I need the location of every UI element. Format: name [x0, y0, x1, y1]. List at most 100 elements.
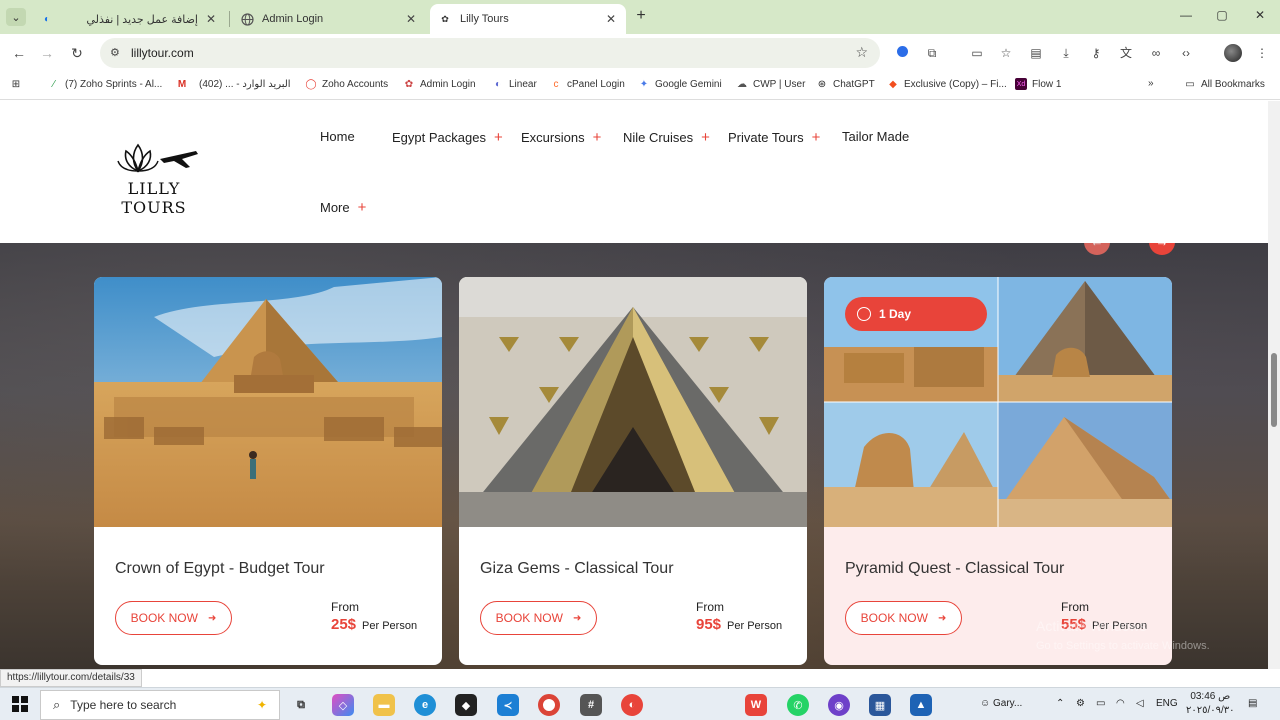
book-now-button[interactable]: BOOK NOW ➜: [480, 601, 597, 635]
close-icon[interactable]: ✕: [204, 12, 218, 26]
tour-title[interactable]: Pyramid Quest - Classical Tour: [845, 560, 1064, 578]
bookmark-gmail[interactable]: M البريد الوارد - ... (402): [176, 78, 291, 90]
extension-circle-icon[interactable]: [894, 45, 910, 61]
tab-nafezly[interactable]: ◐ إضافة عمل جديد | نفذلي ✕: [32, 4, 226, 34]
nav-nile-cruises[interactable]: Nile Cruises +: [623, 129, 710, 146]
copilot-sparkle-icon: ✦: [256, 698, 267, 712]
close-icon[interactable]: ✕: [604, 12, 618, 26]
page-scrollbar[interactable]: [1268, 101, 1280, 669]
new-tab-button[interactable]: +: [632, 7, 650, 25]
wps-icon[interactable]: W: [745, 694, 767, 716]
tour-image: [94, 277, 442, 527]
key-icon[interactable]: ⚷: [1088, 45, 1104, 61]
activate-windows-subtitle: Go to Settings to activate Windows.: [1036, 640, 1210, 652]
book-now-button[interactable]: BOOK NOW ➜: [115, 601, 232, 635]
taskbar-search[interactable]: ⌕ Type here to search ✦: [40, 690, 280, 720]
tab-separator: [229, 11, 230, 27]
app-icon[interactable]: ◆: [455, 694, 477, 716]
bookmark-linear[interactable]: ◐ Linear: [492, 78, 537, 90]
battery-icon[interactable]: ▭: [1096, 698, 1105, 709]
address-bar[interactable]: ⚙ lillytour.com ☆: [100, 38, 880, 68]
reload-button[interactable]: ↻: [68, 44, 86, 62]
wifi-icon[interactable]: ◠: [1116, 698, 1125, 709]
file-explorer-icon[interactable]: ▬: [373, 694, 395, 716]
nav-egypt-packages[interactable]: Egypt Packages +: [392, 129, 503, 146]
bookmark-cpanel[interactable]: c cPanel Login: [550, 78, 625, 90]
reading-list-icon[interactable]: ▤: [1028, 45, 1044, 61]
bookmark-chatgpt[interactable]: ⊛ ChatGPT: [816, 78, 875, 90]
slack-icon[interactable]: #: [580, 694, 602, 716]
figma-icon: ◆: [889, 78, 897, 90]
edge-icon[interactable]: e: [414, 694, 436, 716]
close-icon[interactable]: ✕: [404, 12, 418, 26]
link-icon[interactable]: ∞: [1148, 45, 1164, 61]
task-view-icon[interactable]: ⧉: [290, 694, 312, 716]
nav-more[interactable]: More +: [320, 199, 366, 216]
book-now-button[interactable]: BOOK NOW ➜: [845, 601, 962, 635]
arrow-right-icon: ➜: [937, 612, 947, 624]
windows-start-icon[interactable]: [12, 696, 28, 712]
more-menu-icon[interactable]: ⋮: [1254, 45, 1270, 61]
nav-tailor-made[interactable]: Tailor Made: [842, 129, 909, 144]
carousel-next-button[interactable]: →: [1149, 243, 1175, 255]
tab-lilly-tours[interactable]: ✿ Lilly Tours ✕: [430, 4, 626, 34]
close-window-button[interactable]: ✕: [1250, 8, 1270, 22]
bookmark-zoho-sprints[interactable]: ⁄ (7) Zoho Sprints - Al...: [48, 78, 162, 90]
forward-button[interactable]: →: [38, 44, 56, 62]
maximize-button[interactable]: ▢: [1212, 8, 1232, 22]
tour-card[interactable]: Crown of Egypt - Budget Tour BOOK NOW ➜ F…: [94, 277, 442, 665]
tab-admin-login[interactable]: Admin Login ✕: [232, 4, 426, 34]
language-indicator[interactable]: ENG: [1156, 698, 1178, 709]
translate-icon[interactable]: 文: [1118, 45, 1134, 61]
bookmark-flow[interactable]: Xd Flow 1: [1015, 78, 1061, 90]
tray-user[interactable]: ☺ Gary...: [980, 698, 1022, 709]
vscode-icon[interactable]: ≺: [497, 694, 519, 716]
tour-card[interactable]: 1 Day Pyramid Quest - Classical Tour BOO…: [824, 277, 1172, 665]
bookmark-exclusive[interactable]: ◆ Exclusive (Copy) – Fi...: [887, 78, 1007, 90]
bookmark-manager-icon[interactable]: ☆: [998, 45, 1014, 61]
app-icon[interactable]: ▲: [910, 694, 932, 716]
app-icon[interactable]: ▦: [869, 694, 891, 716]
app-icon[interactable]: ◐: [621, 694, 643, 716]
plus-icon: +: [701, 129, 710, 146]
whatsapp-icon[interactable]: ✆: [787, 694, 809, 716]
bookmark-admin-login[interactable]: ✿ Admin Login: [403, 78, 476, 90]
scrollbar-thumb[interactable]: [1271, 353, 1277, 427]
bookmark-gemini[interactable]: ✦ Google Gemini: [638, 78, 722, 90]
nav-home[interactable]: Home: [320, 129, 355, 144]
volume-icon[interactable]: ◁: [1136, 698, 1144, 709]
tray-overflow-icon[interactable]: ⌃: [1056, 698, 1064, 709]
tour-title[interactable]: Crown of Egypt - Budget Tour: [115, 560, 325, 578]
bookmark-cwp[interactable]: ☁ CWP | User: [736, 78, 805, 90]
back-button[interactable]: ←: [10, 44, 28, 62]
carousel-prev-button[interactable]: ←: [1084, 243, 1110, 255]
zoho-sprints-icon: ⁄: [53, 78, 55, 90]
github-icon[interactable]: ◉: [828, 694, 850, 716]
price-value: 95$: [696, 616, 722, 633]
download-icon[interactable]: ⤓: [1058, 45, 1074, 61]
chrome-icon[interactable]: [538, 694, 560, 716]
site-logo[interactable]: LILLY TOURS: [98, 137, 210, 217]
user-icon: ☺: [980, 698, 991, 709]
bookmark-zoho-accounts[interactable]: ◯ Zoho Accounts: [305, 78, 388, 90]
profile-avatar[interactable]: [1224, 44, 1242, 62]
card-icon[interactable]: ▭: [969, 45, 985, 61]
more-bookmarks-button[interactable]: »: [1148, 78, 1154, 89]
nav-private-tours[interactable]: Private Tours +: [728, 129, 820, 146]
tray-app-icon[interactable]: ⚙: [1076, 698, 1085, 709]
apps-grid-icon[interactable]: ⊞: [10, 78, 27, 90]
site-info-icon[interactable]: ⚙: [110, 46, 120, 59]
all-bookmarks-button[interactable]: ▭ All Bookmarks: [1184, 78, 1265, 90]
tab-search-button[interactable]: ⌄: [6, 8, 26, 26]
code-icon[interactable]: ‹›: [1178, 45, 1194, 61]
extensions-puzzle-icon[interactable]: ⧉: [924, 45, 940, 61]
taskbar-clock[interactable]: 03:46 ص ٢٠٢٥/٠٩/٣٠: [1186, 690, 1235, 718]
nav-excursions[interactable]: Excursions +: [521, 129, 601, 146]
copilot-icon[interactable]: ◇: [332, 694, 354, 716]
minimize-button[interactable]: —: [1176, 8, 1196, 22]
tour-card[interactable]: Giza Gems - Classical Tour BOOK NOW ➜ Fro…: [459, 277, 807, 665]
tour-title[interactable]: Giza Gems - Classical Tour: [480, 560, 674, 578]
price-row: 25$ Per Person: [331, 616, 417, 633]
bookmark-star-icon[interactable]: ☆: [855, 44, 868, 61]
notification-icon[interactable]: ▤: [1248, 698, 1257, 709]
